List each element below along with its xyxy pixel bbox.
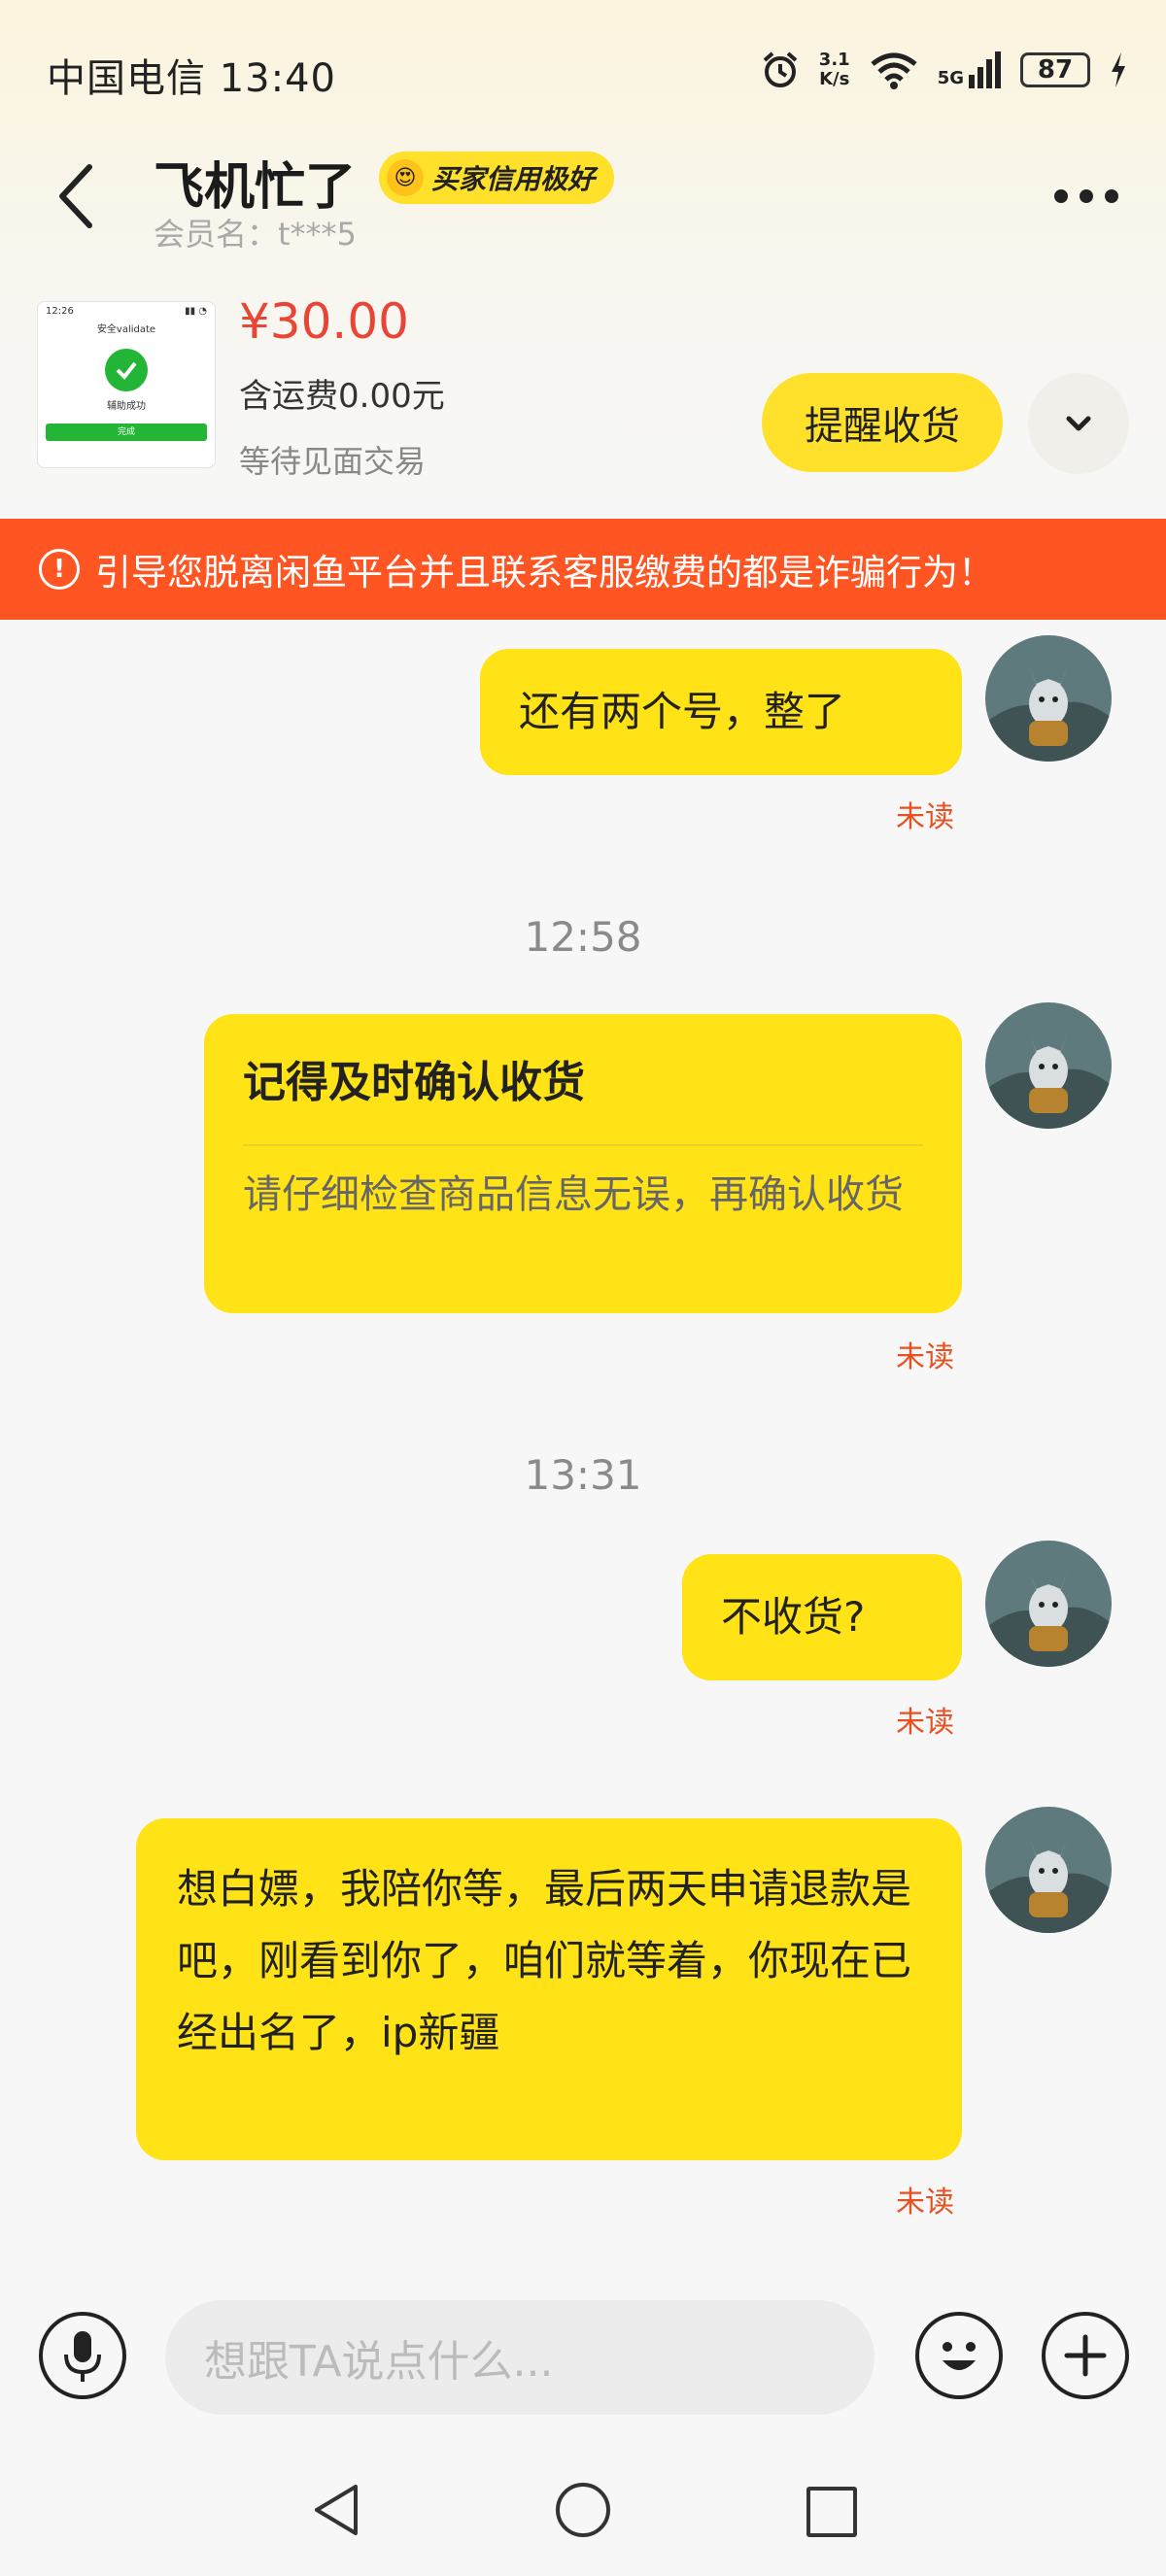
chat-title: 飞机忙了 — [154, 158, 357, 217]
signal-icon: 5G — [938, 51, 1001, 88]
shipping-info: 含运费0.00元 — [239, 377, 445, 416]
warning-text: 引导您脱离闲鱼平台并且联系客服缴费的都是诈骗行为！ — [95, 552, 994, 593]
voice-button[interactable] — [39, 2312, 126, 2399]
avatar[interactable] — [985, 635, 1112, 762]
warning-icon: ! — [39, 549, 80, 590]
remind-receipt-button[interactable]: 提醒收货 — [762, 373, 1003, 472]
more-button[interactable] — [1047, 175, 1125, 218]
plus-icon — [1064, 2334, 1107, 2377]
more-icon — [1054, 189, 1118, 203]
timestamp: 12:58 — [524, 913, 642, 961]
back-button[interactable] — [49, 157, 107, 235]
message-input[interactable]: 想跟TA说点什么... — [165, 2300, 874, 2415]
emoji-button[interactable] — [915, 2312, 1003, 2399]
fraud-warning-banner: ! 引导您脱离闲鱼平台并且联系客服缴费的都是诈骗行为！ — [0, 519, 1166, 620]
status-carrier-time: 中国电信 13:40 — [47, 56, 336, 101]
unread-label: 未读 — [896, 1706, 954, 1740]
check-icon — [105, 349, 148, 391]
timestamp: 13:31 — [524, 1451, 642, 1499]
heart-eyes-icon: 😍 — [387, 159, 424, 196]
avatar[interactable] — [985, 1002, 1112, 1129]
message-text: 不收货? — [721, 1593, 866, 1641]
card-body: 请仔细检查商品信息无误，再确认收货 — [243, 1172, 904, 1217]
expand-button[interactable] — [1028, 373, 1129, 474]
wifi-icon — [871, 52, 917, 89]
nav-home-button[interactable] — [556, 2483, 610, 2537]
message-bubble[interactable]: 不收货? — [682, 1554, 962, 1680]
card-title: 记得及时确认收货 — [243, 1058, 585, 1107]
thumb-success: 辅助成功 — [107, 401, 146, 412]
thumb-button: 完成 — [46, 424, 207, 441]
plus-button[interactable] — [1042, 2312, 1129, 2399]
avatar-image — [985, 1807, 1112, 1933]
product-thumbnail[interactable]: 12:26 ▮▮ ◔ 安全validate 辅助成功 完成 — [37, 301, 216, 468]
emoji-icon — [943, 2342, 976, 2370]
member-id: 会员名：t***5 — [154, 216, 357, 253]
message-text: 还有两个号，整了 — [519, 688, 846, 735]
microphone-icon — [64, 2331, 101, 2382]
net-speed: 3.1 K/s — [819, 51, 850, 89]
thumb-title: 安全validate — [96, 324, 156, 335]
status-indicators: 3.1 K/s 5G 87 — [761, 51, 1127, 89]
message-text: 想白嫖，我陪你等，最后两天申请退款是吧，刚看到你了，咱们就等着，你现在已经出名了… — [177, 1865, 912, 2056]
nav-back-button[interactable] — [309, 2481, 363, 2543]
battery-indicator: 87 — [1020, 52, 1090, 87]
thumb-status: 12:26 ▮▮ ◔ — [46, 306, 207, 317]
net-speed-value: 3.1 — [818, 50, 850, 70]
card-divider — [243, 1144, 923, 1146]
net-speed-unit: K/s — [819, 69, 850, 89]
avatar-image — [985, 635, 1112, 762]
alarm-icon — [763, 51, 798, 87]
unread-label: 未读 — [896, 2186, 954, 2220]
back-arrow-icon — [59, 164, 92, 228]
product-price: ¥30.00 — [239, 293, 409, 350]
thumb-time: 12:26 — [46, 306, 74, 317]
unread-label: 未读 — [896, 1340, 954, 1374]
avatar-image — [985, 1541, 1112, 1667]
credit-badge-label: 买家信用极好 — [431, 163, 596, 195]
message-bubble[interactable]: 还有两个号，整了 — [480, 649, 962, 775]
avatar[interactable] — [985, 1807, 1112, 1933]
message-bubble[interactable]: 想白嫖，我陪你等，最后两天申请退款是吧，刚看到你了，咱们就等着，你现在已经出名了… — [136, 1818, 962, 2160]
avatar[interactable] — [985, 1541, 1112, 1667]
order-status: 等待见面交易 — [239, 443, 427, 480]
battery-level: 87 — [1037, 55, 1074, 85]
credit-badge: 😍 买家信用极好 — [379, 152, 615, 204]
avatar-image — [985, 1002, 1112, 1129]
unread-label: 未读 — [896, 800, 954, 834]
chevron-down-icon — [1066, 416, 1091, 431]
nav-back-icon — [315, 2485, 358, 2535]
network-label: 5G — [937, 68, 964, 88]
charging-icon — [1112, 52, 1125, 87]
receipt-reminder-card[interactable]: 记得及时确认收货 请仔细检查商品信息无误，再确认收货 — [204, 1014, 962, 1313]
nav-recent-button[interactable] — [806, 2487, 857, 2537]
